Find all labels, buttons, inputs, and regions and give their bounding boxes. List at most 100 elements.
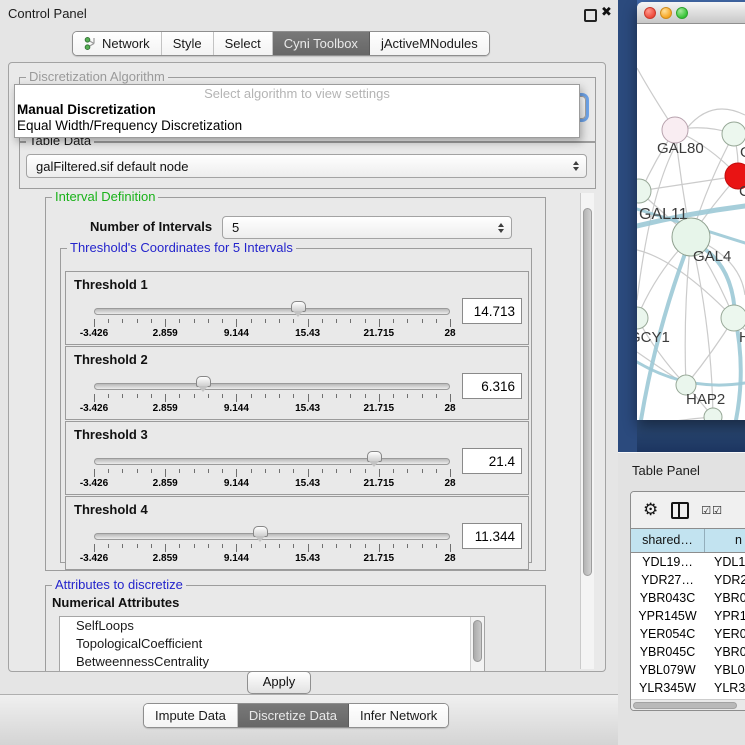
apply-button[interactable]: Apply — [247, 671, 311, 694]
cell-name[interactable]: YLR3 — [704, 679, 745, 697]
traffic-light-zoom-icon[interactable] — [676, 7, 688, 19]
slider-thumb[interactable] — [367, 451, 382, 462]
tab-cyni-toolbox[interactable]: Cyni Toolbox — [273, 32, 370, 55]
scrollbar-thumb[interactable] — [583, 208, 592, 576]
table-row[interactable]: YDR27…YDR2 — [631, 571, 745, 589]
cell-shared-name[interactable]: YLR345W — [631, 679, 704, 697]
column-header-shared-name[interactable]: shared… — [631, 529, 705, 552]
cell-name[interactable]: YER0 — [704, 625, 745, 643]
threshold-value-field[interactable]: 21.4 — [462, 448, 522, 474]
cell-name[interactable]: YDR2 — [704, 571, 745, 589]
table-row[interactable]: YPR145WYPR1 — [631, 607, 745, 625]
network-edge[interactable] — [637, 417, 713, 420]
slider-track[interactable] — [94, 383, 450, 390]
tab-discretize-data[interactable]: Discretize Data — [238, 704, 349, 727]
tick-mark — [350, 319, 351, 323]
threshold-row: Threshold 1-3.4262.8599.14415.4321.71528… — [65, 271, 529, 345]
cell-name[interactable]: YBR0 — [704, 643, 745, 661]
close-icon[interactable]: ✖ — [601, 4, 612, 20]
cell-shared-name[interactable]: YDL19… — [631, 553, 704, 571]
cell-name[interactable]: YPR1 — [704, 607, 745, 625]
attribute-item[interactable]: TopologicalCoefficient — [60, 635, 484, 653]
network-node[interactable] — [637, 307, 648, 329]
slider-thumb[interactable] — [253, 526, 268, 537]
scrollbar-thumb[interactable] — [633, 702, 737, 709]
attribute-item[interactable]: SelfLoops — [60, 617, 484, 635]
threshold-value-field[interactable]: 6.316 — [462, 373, 522, 399]
tick-label: -3.426 — [80, 553, 108, 564]
slider-track[interactable] — [94, 308, 450, 315]
network-graph[interactable]: GAL80GCGAL11GAL4GCY1HHAP2 — [637, 24, 745, 420]
slider-thumb[interactable] — [196, 376, 211, 387]
slider-thumb[interactable] — [291, 301, 306, 312]
threshold-slider[interactable]: -3.4262.8599.14415.4321.71528 — [94, 454, 450, 490]
tick-mark — [436, 394, 437, 398]
float-window-icon[interactable] — [584, 9, 597, 22]
tab-select[interactable]: Select — [214, 32, 273, 55]
scrollbar-thumb[interactable] — [473, 620, 482, 662]
tab-jactivemnodules[interactable]: jActiveMNodules — [370, 32, 489, 55]
slider-track[interactable] — [94, 458, 450, 465]
cell-name[interactable]: YBL0 — [704, 661, 745, 679]
cell-shared-name[interactable]: YBL079W — [631, 661, 704, 679]
cell-shared-name[interactable]: YPR145W — [631, 607, 704, 625]
tick-mark — [122, 394, 123, 398]
tab-label: Cyni Toolbox — [284, 36, 358, 51]
slider-track[interactable] — [94, 533, 450, 540]
threshold-slider[interactable]: -3.4262.8599.14415.4321.71528 — [94, 304, 450, 340]
table-row[interactable]: YBR045CYBR0 — [631, 643, 745, 661]
table-row[interactable]: YBR043CYBR0 — [631, 589, 745, 607]
algorithm-option[interactable]: Manual Discretization — [15, 102, 579, 118]
traffic-light-close-icon[interactable] — [644, 7, 656, 19]
table-row[interactable]: YBL079WYBL0 — [631, 661, 745, 679]
cell-shared-name[interactable]: YBR045C — [631, 643, 704, 661]
threshold-slider[interactable]: -3.4262.8599.14415.4321.71528 — [94, 379, 450, 415]
tick-label: 15.43 — [295, 553, 320, 564]
attributes-list[interactable]: SelfLoopsTopologicalCoefficientBetweenne… — [59, 616, 485, 672]
traffic-light-minimize-icon[interactable] — [660, 7, 672, 19]
tick-mark — [279, 394, 280, 398]
cell-shared-name[interactable]: YDR27… — [631, 571, 704, 589]
network-edge[interactable] — [639, 176, 738, 191]
network-window-titlebar[interactable] — [637, 2, 745, 24]
table-row[interactable]: YER054CYER0 — [631, 625, 745, 643]
threshold-value-field[interactable]: 14.713 — [462, 298, 522, 324]
gear-icon[interactable]: ⚙ — [643, 500, 658, 520]
tick-mark — [194, 469, 195, 473]
table-hscrollbar[interactable] — [631, 699, 745, 711]
tab-style[interactable]: Style — [162, 32, 214, 55]
tick-mark — [208, 544, 209, 548]
panel-scrollbar[interactable] — [580, 193, 594, 669]
table-data-combobox[interactable]: galFiltered.sif default node — [26, 154, 587, 178]
attributes-scrollbar[interactable] — [470, 617, 484, 672]
cell-shared-name[interactable]: YER054C — [631, 625, 704, 643]
tick-label: 28 — [444, 478, 455, 489]
tick-mark — [137, 319, 138, 323]
tab-infer-network[interactable]: Infer Network — [349, 704, 448, 727]
threshold-value-field[interactable]: 11.344 — [462, 523, 522, 549]
number-of-intervals-combobox[interactable]: 5 — [222, 216, 512, 239]
tick-mark — [350, 469, 351, 473]
tab-impute-data[interactable]: Impute Data — [144, 704, 238, 727]
column-header-name[interactable]: n — [705, 529, 745, 552]
tab-label: Discretize Data — [249, 708, 337, 723]
tick-mark — [151, 544, 152, 548]
table-row[interactable]: YLR345WYLR3 — [631, 679, 745, 697]
network-node-label: G — [740, 144, 745, 161]
algorithm-option[interactable]: Equal Width/Frequency Discretization — [15, 118, 579, 134]
network-edge[interactable] — [685, 237, 691, 385]
tick-mark — [308, 544, 309, 552]
cell-name[interactable]: YBR0 — [704, 589, 745, 607]
table-row[interactable]: YDL19…YDL1 — [631, 553, 745, 571]
tab-network[interactable]: Network — [73, 32, 162, 55]
cell-name[interactable]: YDL1 — [704, 553, 745, 571]
threshold-slider[interactable]: -3.4262.8599.14415.4321.71528 — [94, 529, 450, 565]
network-node[interactable] — [721, 305, 745, 331]
cell-shared-name[interactable]: YBR043C — [631, 589, 704, 607]
network-node[interactable] — [722, 122, 745, 146]
attribute-item[interactable]: BetweennessCentrality — [60, 653, 484, 671]
checkbox-icons[interactable]: ☑☑ — [701, 504, 723, 517]
threshold-row: Threshold 4-3.4262.8599.14415.4321.71528… — [65, 496, 529, 570]
network-canvas[interactable]: GAL80GCGAL11GAL4GCY1HHAP2 — [637, 24, 745, 420]
split-columns-icon[interactable] — [671, 502, 689, 519]
